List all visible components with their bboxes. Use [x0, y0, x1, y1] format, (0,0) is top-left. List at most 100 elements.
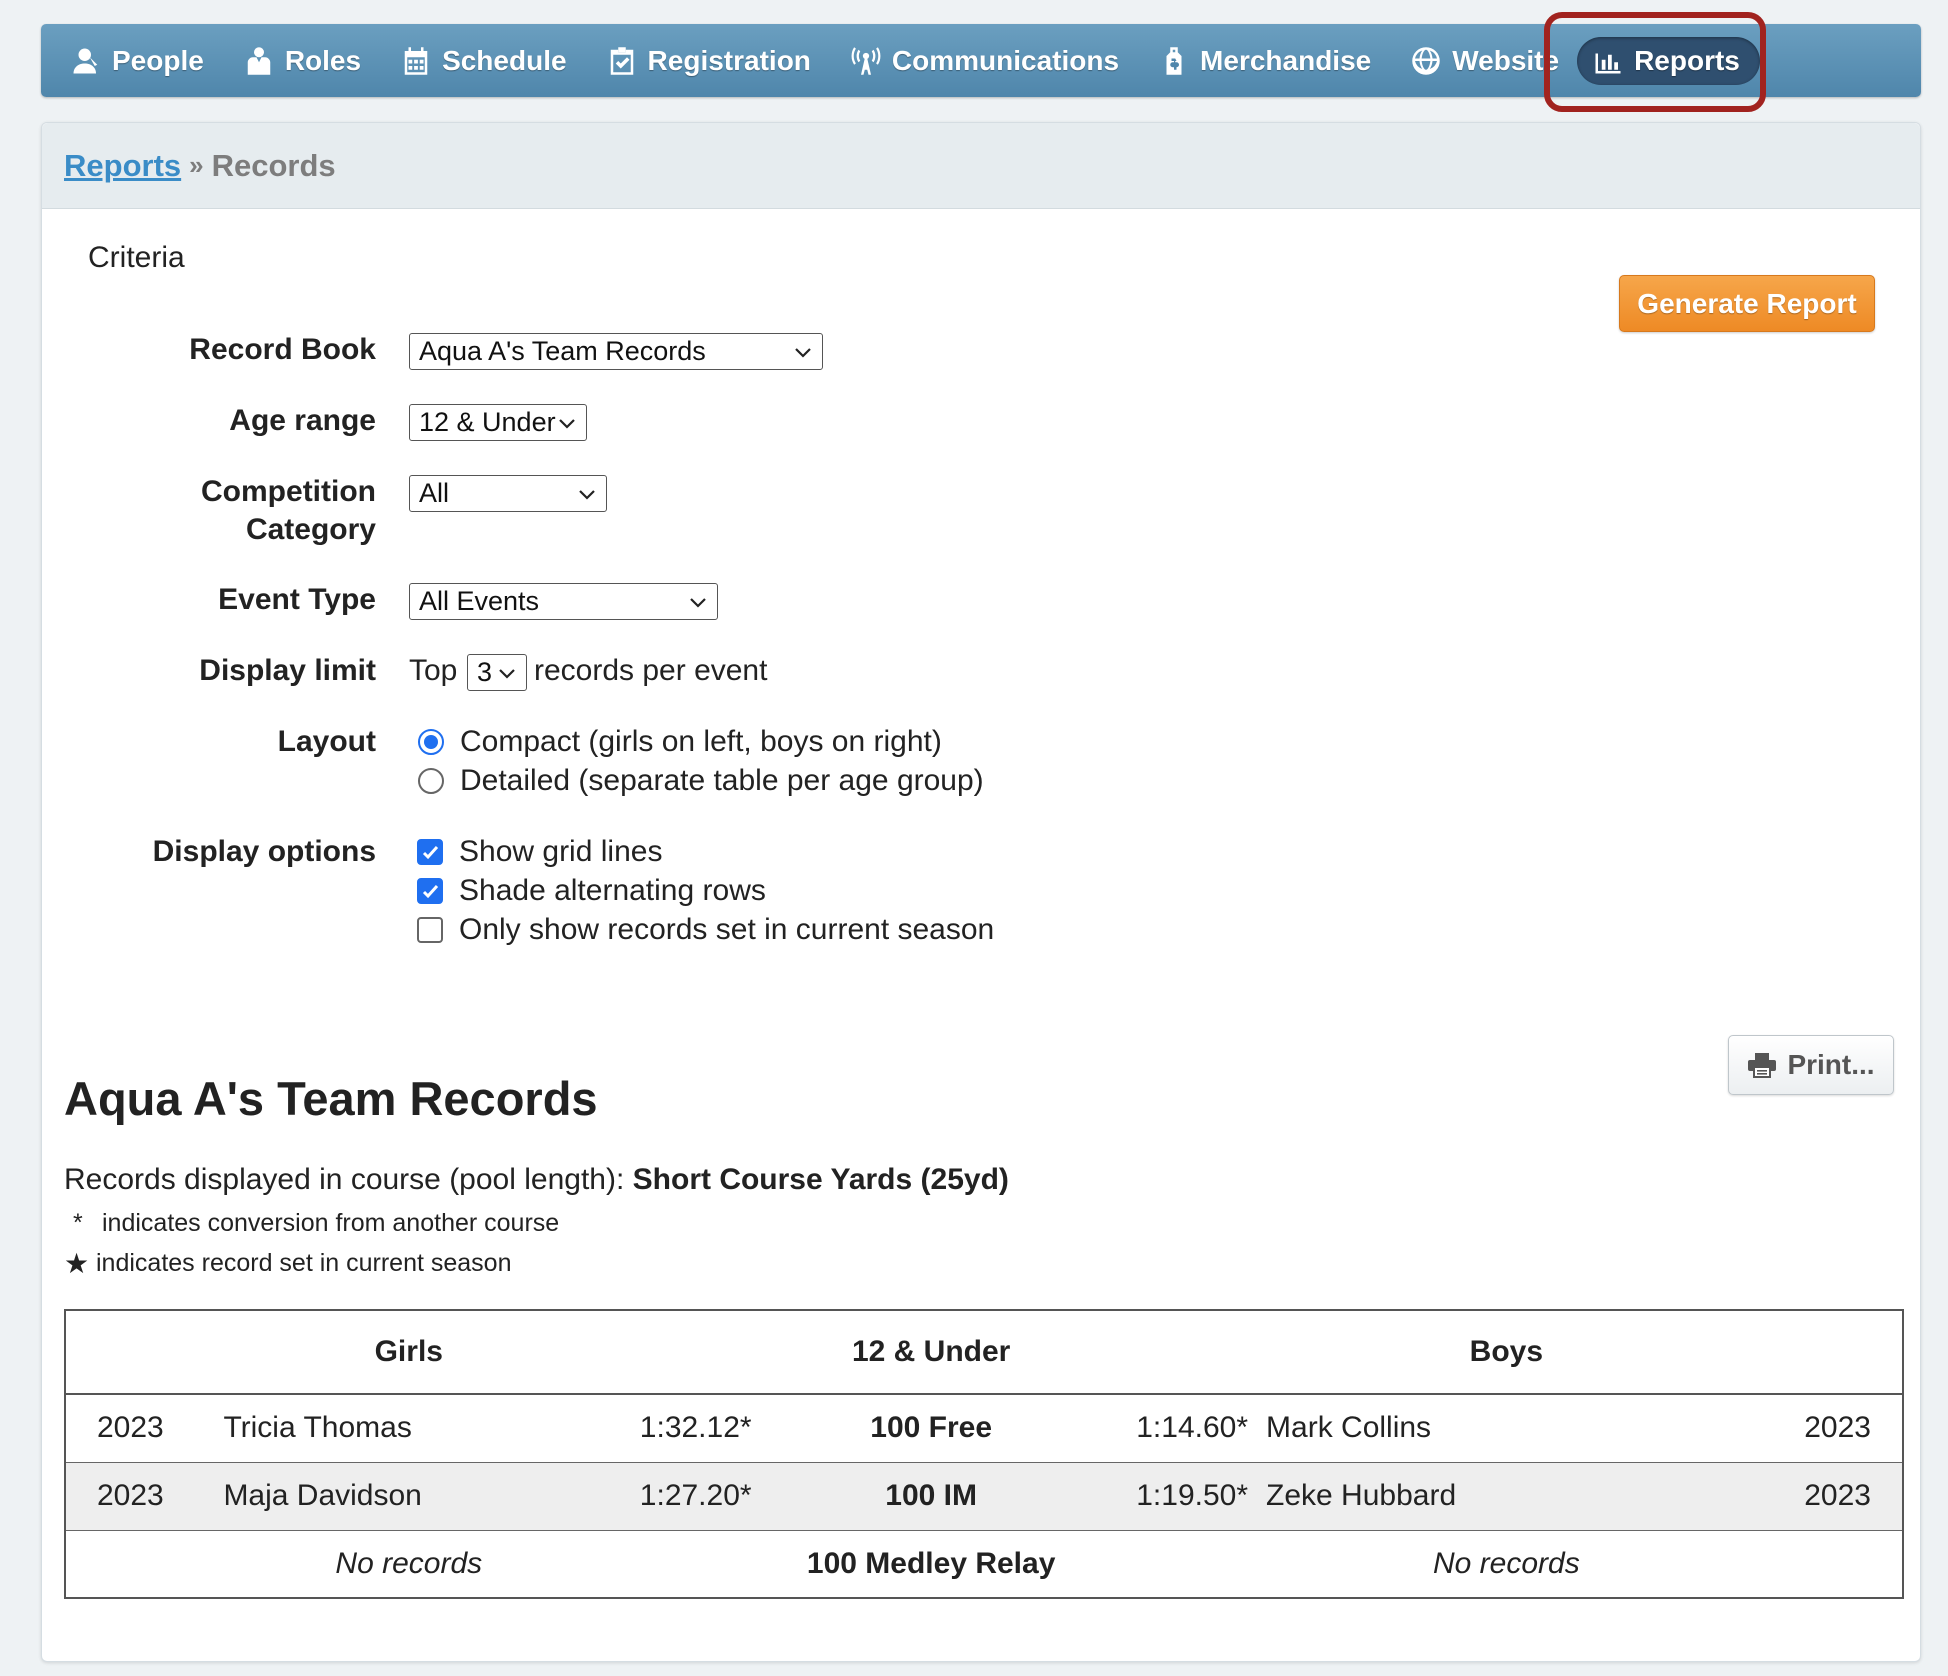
nav-label: Schedule — [442, 44, 567, 76]
chevron-down-icon — [690, 598, 706, 608]
boy-name: Mark Collins — [1248, 1394, 1745, 1463]
nav-label: Roles — [284, 44, 362, 76]
nav-label: Website — [1452, 44, 1560, 76]
nav-item-merchandise[interactable]: Merchandise — [1159, 45, 1371, 77]
show-grid-lines-option[interactable]: Show grid lines — [417, 835, 662, 869]
chevron-down-icon — [499, 669, 515, 679]
competition-category-select[interactable]: All — [409, 475, 607, 512]
boy-time: 1:14.60* — [1110, 1394, 1249, 1463]
display-limit-value: 3 — [477, 657, 493, 687]
girl-name: Tricia Thomas — [223, 1394, 615, 1463]
display-options-label: Display options — [152, 835, 376, 868]
table-row: 2023 Maja Davidson 1:27.20* 100 IM 1:19.… — [65, 1462, 1903, 1531]
chevron-down-icon — [559, 419, 575, 429]
shade-rows-option[interactable]: Shade alternating rows — [417, 874, 766, 908]
layout-detailed-option[interactable]: Detailed (separate table per age group) — [418, 764, 984, 798]
event-type-select[interactable]: All Events — [409, 583, 718, 620]
girl-year: 2023 — [65, 1394, 224, 1463]
girls-no-records: No records — [335, 1546, 483, 1580]
age-range-value: 12 & Under — [419, 407, 556, 437]
layout-compact-radio[interactable] — [418, 729, 444, 755]
breadcrumb-reports-link[interactable]: Reports — [64, 148, 181, 184]
layout-label: Layout — [277, 725, 376, 758]
layout-compact-option[interactable]: Compact (girls on left, boys on right) — [418, 725, 942, 759]
breadcrumb: Reports » Records — [42, 123, 1920, 209]
nav-item-people[interactable]: People — [71, 45, 204, 77]
display-limit-select[interactable]: 3 — [467, 654, 527, 691]
nav-item-registration[interactable]: Registration — [607, 45, 811, 77]
display-limit-label: Display limit — [199, 654, 376, 687]
generate-report-button[interactable]: Generate Report — [1619, 275, 1875, 332]
course-value: Short Course Yards (25yd) — [632, 1163, 1009, 1196]
show-grid-lines-label: Show grid lines — [459, 835, 663, 868]
boy-name: Zeke Hubbard — [1248, 1462, 1745, 1531]
star-icon: ★ — [64, 1248, 90, 1279]
nav-label: Communications — [891, 44, 1120, 76]
printer-icon — [1748, 1053, 1777, 1078]
record-book-label: Record Book — [189, 333, 376, 366]
chevron-down-icon — [579, 490, 595, 500]
nav-item-communications[interactable]: Communications — [851, 45, 1119, 77]
current-season-only-checkbox[interactable] — [417, 917, 443, 943]
nav-label: Registration — [647, 44, 811, 76]
nav-label: People — [112, 44, 204, 76]
course-prefix: Records displayed in course (pool length… — [64, 1163, 625, 1196]
table-row: 2023 Tricia Thomas 1:32.12* 100 Free 1:1… — [65, 1394, 1903, 1463]
current-season-only-label: Only show records set in current season — [459, 913, 995, 946]
girl-name: Maja Davidson — [223, 1462, 615, 1531]
competition-category-value: All — [419, 478, 450, 508]
event-name: 100 Free — [751, 1394, 1111, 1463]
girl-time: 1:27.20* — [614, 1462, 752, 1531]
record-book-value: Aqua A's Team Records — [419, 336, 706, 366]
bar-chart-icon — [1595, 53, 1621, 73]
display-limit-suffix: records per event — [534, 654, 768, 687]
top-nav-bar: People Roles Schedule Registration Commu… — [41, 24, 1921, 97]
shade-rows-checkbox[interactable] — [417, 878, 443, 904]
event-type-label: Event Type — [218, 583, 376, 616]
nav-item-schedule[interactable]: Schedule — [401, 44, 567, 77]
table-row: No records 100 Medley Relay No records — [65, 1530, 1903, 1598]
boy-time: 1:19.50* — [1110, 1462, 1249, 1531]
person-icon — [73, 48, 98, 73]
breadcrumb-current: Records — [211, 147, 336, 183]
asterisk-symbol: * — [73, 1209, 83, 1237]
layout-detailed-label: Detailed (separate table per age group) — [460, 764, 984, 797]
girl-time: 1:32.12* — [614, 1394, 752, 1463]
nav-item-reports[interactable]: Reports — [1577, 36, 1760, 85]
nav-item-roles[interactable]: Roles — [244, 45, 361, 77]
breadcrumb-separator: » — [189, 150, 204, 180]
table-header-row: Girls 12 & Under Boys — [65, 1310, 1903, 1395]
competition-category-label: Competition Category — [201, 473, 376, 549]
age-range-select[interactable]: 12 & Under — [409, 404, 587, 441]
boys-no-records: No records — [1433, 1546, 1580, 1580]
legend-season: ★ indicates record set in current season — [64, 1247, 512, 1280]
girls-header: Girls — [65, 1310, 752, 1395]
price-tag-icon — [1166, 46, 1182, 75]
show-grid-lines-checkbox[interactable] — [417, 839, 443, 865]
checkmark-icon — [422, 884, 439, 899]
chevron-down-icon — [795, 348, 811, 358]
report-title: Aqua A's Team Records — [64, 1072, 598, 1125]
layout-detailed-radio[interactable] — [418, 768, 444, 794]
boys-header: Boys — [1110, 1310, 1903, 1395]
records-panel: Reports » Records Criteria Generate Repo… — [41, 122, 1921, 1662]
record-book-select[interactable]: Aqua A's Team Records — [409, 333, 823, 370]
competition-category-label-line2: Category — [245, 513, 376, 546]
clipboard-check-icon — [610, 46, 633, 75]
display-limit-prefix: Top — [409, 654, 458, 687]
event-name: 100 IM — [751, 1462, 1111, 1531]
nav-label: Merchandise — [1200, 44, 1372, 76]
legend-season-text: indicates record set in current season — [96, 1249, 512, 1277]
current-season-only-option[interactable]: Only show records set in current season — [417, 913, 994, 947]
event-type-value: All Events — [419, 586, 540, 616]
age-group-header: 12 & Under — [751, 1310, 1111, 1395]
girl-year: 2023 — [65, 1462, 224, 1531]
records-table: Girls 12 & Under Boys 2023 Tricia Thomas… — [64, 1309, 1904, 1599]
age-range-label: Age range — [229, 404, 376, 437]
broadcast-icon — [851, 46, 881, 75]
roles-icon — [247, 46, 271, 75]
checkmark-icon — [422, 845, 439, 860]
boy-year: 2023 — [1744, 1394, 1903, 1463]
nav-item-website[interactable]: Website — [1411, 45, 1559, 77]
print-button[interactable]: Print... — [1728, 1035, 1894, 1095]
